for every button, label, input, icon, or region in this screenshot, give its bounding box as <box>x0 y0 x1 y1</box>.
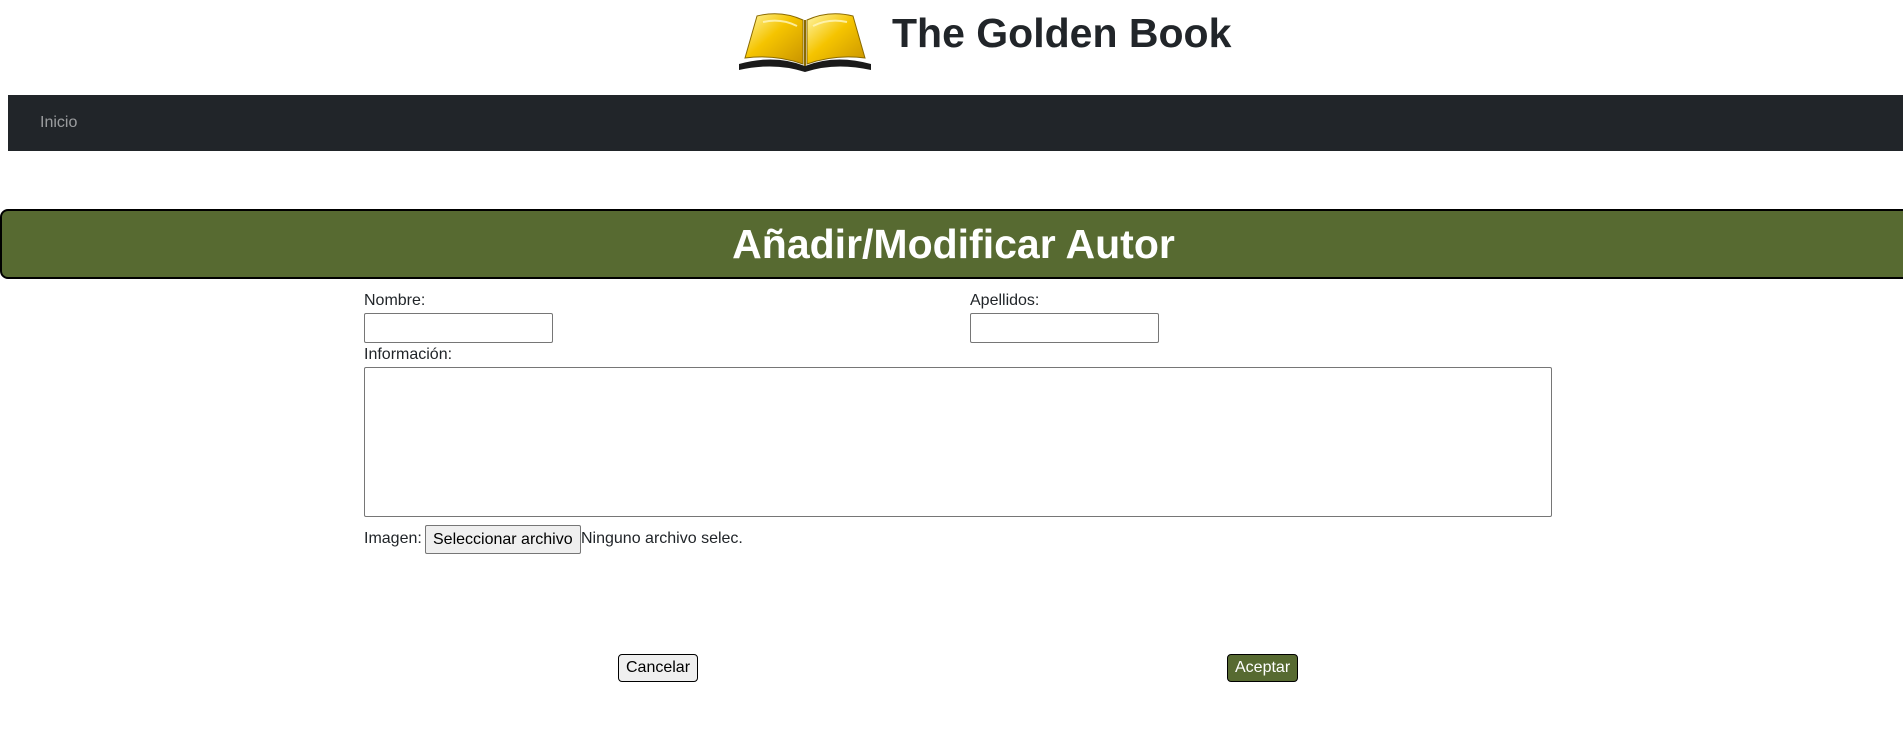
informacion-label: Información: <box>364 346 453 363</box>
informacion-textarea[interactable] <box>364 367 1552 517</box>
apellidos-label: Apellidos: <box>970 292 1040 309</box>
page-banner: Añadir/Modificar Autor <box>0 209 1903 279</box>
file-status-text: Ninguno archivo selec. <box>581 530 743 547</box>
accept-button[interactable]: Aceptar <box>1227 654 1299 682</box>
cancel-button[interactable]: Cancelar <box>618 654 699 682</box>
top-navbar: Inicio <box>8 95 1903 151</box>
nav-link-inicio[interactable]: Inicio <box>40 113 77 133</box>
site-title: The Golden Book <box>892 10 1232 56</box>
nombre-input[interactable] <box>364 313 553 343</box>
site-header: The Golden Book <box>0 0 1903 80</box>
page-title: Añadir/Modificar Autor <box>732 221 1175 267</box>
imagen-label: Imagen: <box>364 530 422 547</box>
apellidos-input[interactable] <box>970 313 1159 343</box>
open-golden-book-icon <box>739 13 871 72</box>
select-file-button[interactable]: Seleccionar archivo <box>425 525 581 554</box>
nombre-label: Nombre: <box>364 292 426 309</box>
